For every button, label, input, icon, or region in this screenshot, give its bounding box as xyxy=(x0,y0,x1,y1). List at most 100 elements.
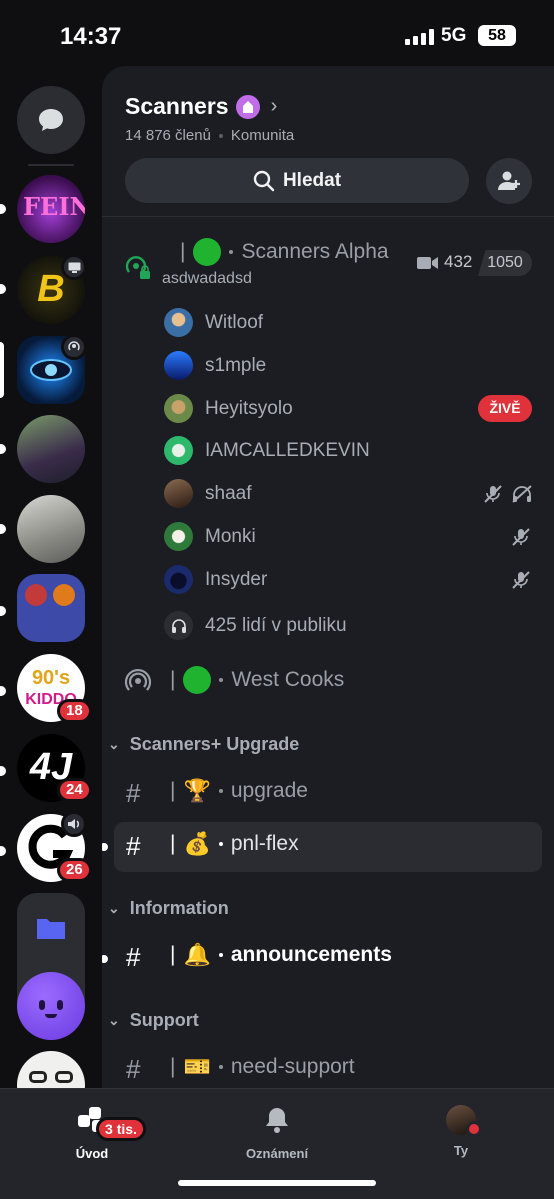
channel-upgrade[interactable]: # | 🏆 upgrade xyxy=(102,774,554,814)
avatar xyxy=(164,394,193,423)
search-label: Hledat xyxy=(282,169,342,191)
search-button[interactable]: Hledat xyxy=(125,158,469,203)
chat-bubble-icon xyxy=(39,109,63,131)
channel-need-support[interactable]: # | 🎫 need-support xyxy=(102,1050,554,1088)
nav-label: Ty xyxy=(453,1143,469,1158)
server-rail: FEIN B 90's KIDDO 18 4J 24 26 xyxy=(0,66,102,1088)
video-icon xyxy=(417,257,438,269)
bell-emoji: 🔔 xyxy=(183,942,211,967)
nav-label: Oznámení xyxy=(245,1146,309,1161)
speaker-name: Witloof xyxy=(205,311,264,333)
avatar xyxy=(446,1105,482,1137)
speaker-row[interactable]: Heyitsyolo xyxy=(164,394,293,423)
unread-indicator xyxy=(0,444,6,454)
search-icon xyxy=(253,170,275,191)
channel-name: West Cooks xyxy=(231,668,345,691)
home-indicator xyxy=(178,1180,376,1186)
server-photo[interactable] xyxy=(17,415,85,483)
speaker-row[interactable]: shaaf xyxy=(164,479,251,508)
server-fein[interactable]: FEIN xyxy=(17,175,85,243)
locked-hashtag-icon: # xyxy=(126,778,141,808)
separator-dot xyxy=(218,133,223,138)
unread-indicator xyxy=(0,284,6,294)
server-folder-group[interactable] xyxy=(17,574,85,642)
chevron-down-icon: ⌄ xyxy=(108,1012,120,1028)
channel-pnl-flex[interactable]: # | 💰 pnl-flex xyxy=(102,827,554,867)
divider xyxy=(102,216,554,217)
audience-row[interactable]: 425 lidí v publiku xyxy=(164,611,347,640)
mention-badge: 26 xyxy=(57,858,92,882)
member-count: 14 876 členů xyxy=(125,127,211,144)
deafened-icon xyxy=(512,485,532,503)
rail-divider xyxy=(28,164,74,166)
mention-badge: 18 xyxy=(57,699,92,723)
green-circle-emoji xyxy=(183,666,212,694)
avatar xyxy=(164,565,193,594)
locked-hashtag-icon: # xyxy=(126,1054,141,1084)
stage-live-icon xyxy=(61,334,87,360)
nav-you[interactable]: Ty xyxy=(401,1105,521,1158)
speaker-icon xyxy=(61,811,87,837)
category-header[interactable]: ⌄ Information xyxy=(108,898,229,919)
server-ghost[interactable] xyxy=(17,972,85,1040)
server-header[interactable]: Scanners › xyxy=(125,93,277,120)
audience-count: 425 lidí v publiku xyxy=(205,614,347,636)
server-type: Komunita xyxy=(230,127,295,144)
speaker-row[interactable]: s1mple xyxy=(164,351,266,380)
speaker-name: shaaf xyxy=(205,482,252,504)
bell-icon xyxy=(266,1108,288,1133)
screen-share-icon xyxy=(61,254,87,280)
speaker-row[interactable]: Witloof xyxy=(164,308,263,337)
headphones-icon xyxy=(164,611,193,640)
locked-hashtag-icon: # xyxy=(126,942,141,972)
nav-label: Úvod xyxy=(75,1146,109,1161)
channel-panel: Scanners › 14 876 členů Komunita Hledat … xyxy=(102,66,554,1088)
chevron-down-icon: ⌄ xyxy=(108,900,120,916)
nav-home[interactable]: Úvod 3 tis. xyxy=(32,1105,152,1161)
speaker-name: Heyitsyolo xyxy=(205,397,293,419)
stage-topic: asdwadadsd xyxy=(162,270,252,287)
network-type: 5G xyxy=(441,25,467,46)
clock: 14:37 xyxy=(60,23,122,50)
stage-channel-west-cooks[interactable]: | West Cooks xyxy=(102,662,554,702)
server-face[interactable] xyxy=(17,1051,85,1088)
mic-muted-icon xyxy=(484,485,502,503)
mic-muted-icon xyxy=(512,528,530,546)
notification-badge: 3 tis. xyxy=(96,1117,146,1141)
speaker-row[interactable]: Monki xyxy=(164,522,256,551)
dnd-status-icon xyxy=(466,1121,482,1137)
money-bag-emoji: 💰 xyxy=(183,831,211,856)
nav-notifications[interactable]: Oznámení xyxy=(217,1105,337,1161)
speaker-row[interactable]: IAMCALLEDKEVIN xyxy=(164,436,370,465)
avatar xyxy=(164,479,193,508)
invite-button[interactable] xyxy=(486,158,532,204)
unread-indicator xyxy=(0,766,6,776)
folder-icon xyxy=(37,919,65,939)
stage-icon xyxy=(124,668,152,691)
ticket-emoji: 🎫 xyxy=(183,1054,211,1079)
green-circle-emoji xyxy=(193,238,222,266)
unread-indicator xyxy=(0,524,6,534)
unread-indicator xyxy=(0,606,6,616)
category-header[interactable]: ⌄ Support xyxy=(108,1010,199,1031)
speaker-name: s1mple xyxy=(205,354,267,376)
chevron-down-icon: ⌄ xyxy=(108,736,120,752)
stage-channel-scanners-alpha[interactable]: | Scanners Alpha asdwadadsd 432 1050 xyxy=(102,238,554,294)
channel-announcements[interactable]: # | 🔔 announcements xyxy=(102,938,554,978)
locked-hashtag-icon: # xyxy=(126,831,141,861)
channel-name: Scanners Alpha xyxy=(241,240,389,263)
unread-indicator xyxy=(0,686,6,696)
channel-name: need-support xyxy=(230,1055,355,1078)
server-selfie[interactable] xyxy=(17,495,85,563)
direct-messages-button[interactable] xyxy=(17,86,85,154)
channel-name: upgrade xyxy=(230,779,308,802)
unread-indicator xyxy=(0,204,6,214)
mic-muted-icon xyxy=(512,571,530,589)
trophy-emoji: 🏆 xyxy=(183,778,211,803)
signal-icon xyxy=(405,29,434,45)
category-header[interactable]: ⌄ Scanners+ Upgrade xyxy=(108,734,299,755)
boost-icon xyxy=(235,94,260,119)
capacity: 1050 xyxy=(478,250,532,276)
avatar xyxy=(164,436,193,465)
speaker-row[interactable]: Insyder xyxy=(164,565,267,594)
